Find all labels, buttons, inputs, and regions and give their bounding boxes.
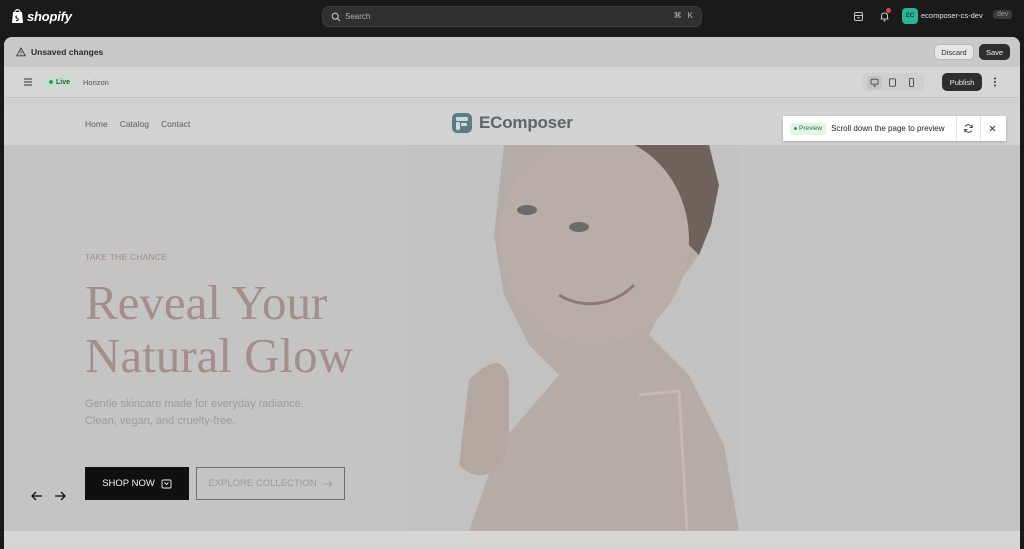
- save-button[interactable]: Save: [979, 44, 1010, 60]
- editor-toolbar: Live Horizon Publish: [4, 67, 1020, 98]
- hero-headline-line-2: Natural Glow: [85, 328, 354, 383]
- warning-icon: [16, 47, 26, 57]
- toast-divider-2: [980, 116, 981, 141]
- search-input[interactable]: [345, 12, 645, 21]
- nav-contact[interactable]: Contact: [161, 119, 190, 129]
- tablet-icon: [889, 77, 897, 87]
- arrow-right-icon: [323, 480, 333, 487]
- site-logo[interactable]: EComposer: [451, 112, 573, 134]
- hero-subtext: Gentle skincare made for everyday radian…: [85, 396, 345, 430]
- command-key: ⌘: [673, 11, 682, 20]
- hero-subtext-line-2: Clean, vegan, and cruelty-free.: [85, 415, 236, 427]
- nav-home[interactable]: Home: [85, 119, 108, 129]
- preview-tag: Preview: [790, 122, 827, 135]
- menu-icon[interactable]: [23, 77, 33, 87]
- tablet-view-button[interactable]: [885, 76, 900, 89]
- unsaved-changes-label: Unsaved changes: [31, 47, 104, 57]
- search-icon: [331, 12, 341, 21]
- theme-name[interactable]: Horizon: [83, 78, 109, 87]
- shop-now-button[interactable]: SHOP NOW: [85, 467, 189, 500]
- logo-wordmark: EComposer: [479, 113, 573, 132]
- mobile-view-button[interactable]: [904, 76, 919, 89]
- hero-subtext-line-1: Gentle skincare made for everyday radian…: [85, 398, 304, 410]
- mobile-icon: [909, 77, 915, 87]
- publish-button[interactable]: Publish: [942, 73, 982, 91]
- desktop-view-button[interactable]: [866, 75, 882, 89]
- hero-slideshow: TAKE THE CHANCE Reveal Your Natural Glow…: [4, 145, 1020, 531]
- unsaved-changes-bar: Unsaved changes Discard Save: [4, 37, 1020, 67]
- preview-dot-icon: [794, 127, 797, 130]
- hero-model-image: [409, 145, 739, 531]
- admin-top-bar: shopify ⌘ K EC ecomposer-cs-dev dev: [0, 0, 1024, 33]
- admin-search[interactable]: ⌘ K: [322, 6, 702, 27]
- site-nav: Home Catalog Contact: [85, 119, 190, 129]
- store-avatar[interactable]: EC: [902, 8, 918, 24]
- storefront-preview[interactable]: Home Catalog Contact EComposer TAKE THE …: [4, 99, 1020, 531]
- shopping-bag-icon: [161, 479, 172, 488]
- refresh-icon[interactable]: [963, 123, 974, 134]
- shopify-logo[interactable]: shopify: [11, 8, 72, 24]
- explore-collection-label: EXPLORE COLLECTION: [208, 478, 317, 489]
- slide-next-arrow-icon[interactable]: [54, 491, 66, 501]
- notification-badge: [886, 8, 891, 13]
- preview-message: Scroll down the page to preview: [831, 124, 945, 133]
- slide-prev-arrow-icon[interactable]: [31, 491, 43, 501]
- preview-tag-label: Preview: [799, 125, 823, 132]
- store-icon: [853, 11, 863, 21]
- desktop-icon: [870, 78, 879, 86]
- ecomposer-logo-icon: [452, 113, 472, 133]
- k-key: K: [687, 11, 693, 20]
- live-status-badge: Live: [45, 76, 76, 88]
- more-actions-button[interactable]: [989, 76, 1001, 88]
- theme-editor-frame: Unsaved changes Discard Save Live Horizo…: [4, 37, 1020, 549]
- store-icon-button[interactable]: [849, 7, 867, 25]
- nav-catalog[interactable]: Catalog: [120, 119, 149, 129]
- live-dot-icon: [49, 80, 53, 84]
- preview-toast: Preview Scroll down the page to preview: [783, 116, 1006, 141]
- live-status-label: Live: [56, 78, 71, 86]
- hero-eyebrow: TAKE THE CHANCE: [85, 252, 168, 262]
- discard-button[interactable]: Discard: [934, 44, 974, 60]
- more-vertical-icon: [994, 77, 996, 87]
- close-icon[interactable]: [988, 124, 997, 133]
- explore-collection-button[interactable]: EXPLORE COLLECTION: [196, 467, 345, 500]
- store-env-tag: dev: [993, 10, 1013, 19]
- store-name[interactable]: ecomposer-cs-dev: [921, 11, 983, 20]
- device-switcher: [862, 73, 924, 91]
- search-shortcut: ⌘ K: [674, 11, 693, 20]
- toast-divider: [956, 116, 957, 141]
- shop-now-label: SHOP NOW: [102, 478, 155, 489]
- shopify-bag-icon: [12, 9, 23, 23]
- hero-headline-line-1: Reveal Your: [85, 275, 328, 330]
- notifications-button[interactable]: [875, 7, 893, 25]
- hero-headline: Reveal Your Natural Glow: [85, 276, 353, 382]
- brand-wordmark: shopify: [27, 8, 72, 24]
